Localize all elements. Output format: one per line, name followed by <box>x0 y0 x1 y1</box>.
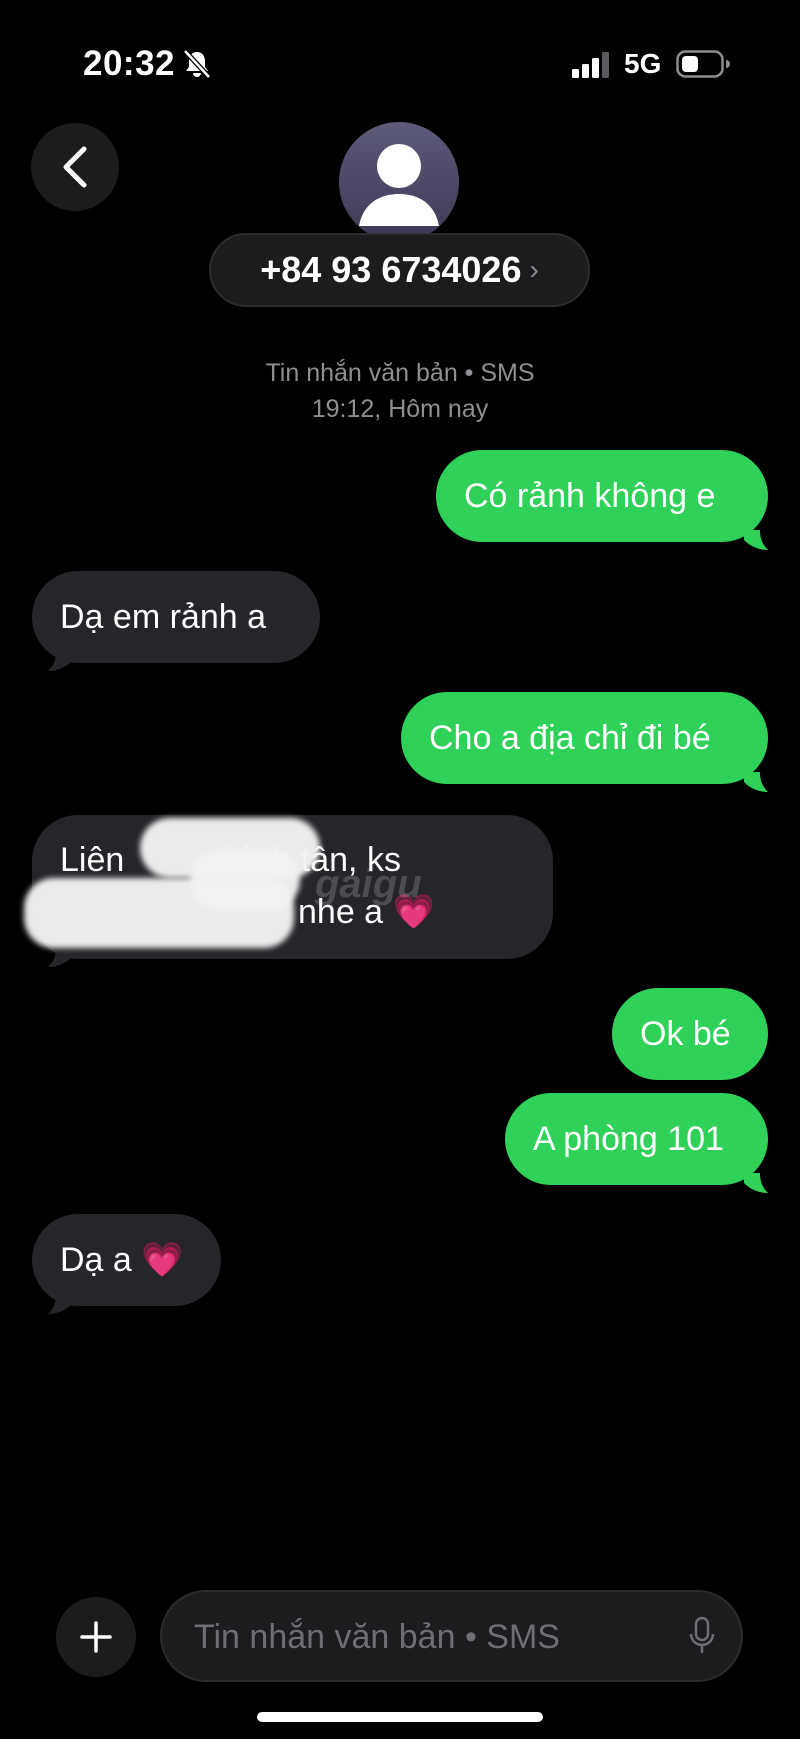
conversation-type-label: Tin nhắn văn bản • SMS <box>265 359 535 387</box>
message-text: Dạ a 💗 <box>60 1241 184 1279</box>
conversation-timestamp: 19:12, Hôm nay <box>311 395 489 423</box>
bubble-tail <box>744 530 768 550</box>
message-text: Cho a địa chỉ đi bé <box>429 719 711 757</box>
person-icon <box>359 144 439 226</box>
redaction-scribble <box>190 850 300 910</box>
bubble-tail <box>48 651 72 671</box>
message-input[interactable] <box>192 1592 656 1682</box>
home-indicator <box>257 1712 543 1722</box>
bell-slash-icon <box>183 49 211 79</box>
avatar[interactable] <box>339 122 459 242</box>
sent-message[interactable]: Ok bé <box>612 988 768 1080</box>
sent-message[interactable]: Cho a địa chỉ đi bé <box>401 692 768 784</box>
chevron-right-icon: › <box>529 254 539 285</box>
mic-icon[interactable] <box>689 1616 715 1656</box>
received-message[interactable]: Dạ em rảnh a <box>32 571 320 663</box>
message-composer[interactable] <box>160 1590 743 1682</box>
signal-icon <box>572 52 609 78</box>
contact-number: +84 93 6734026 <box>260 249 522 290</box>
bubble-tail <box>48 947 72 967</box>
message-text: Có rảnh không e <box>464 477 716 515</box>
watermark: gaigu <box>315 862 422 906</box>
bubble-tail <box>744 772 768 792</box>
message-text: A phòng 101 <box>533 1120 724 1158</box>
bubble-tail <box>48 1294 72 1314</box>
sent-message[interactable]: A phòng 101 <box>505 1093 768 1185</box>
plus-icon <box>80 1621 112 1653</box>
network-label: 5G <box>624 48 662 79</box>
sent-message[interactable]: Có rảnh không e <box>436 450 768 542</box>
message-text: Ok bé <box>640 1015 731 1053</box>
battery-icon <box>676 50 730 78</box>
add-attachment-button[interactable] <box>56 1597 136 1677</box>
received-message[interactable]: Dạ a 💗 <box>32 1214 221 1306</box>
back-chevron-icon <box>63 146 87 188</box>
back-button[interactable] <box>31 123 119 211</box>
status-time: 20:32 <box>83 44 176 83</box>
message-text: Dạ em rảnh a <box>60 598 266 636</box>
contact-name-button[interactable]: +84 93 6734026 › <box>209 233 590 307</box>
bubble-tail <box>744 1173 768 1193</box>
